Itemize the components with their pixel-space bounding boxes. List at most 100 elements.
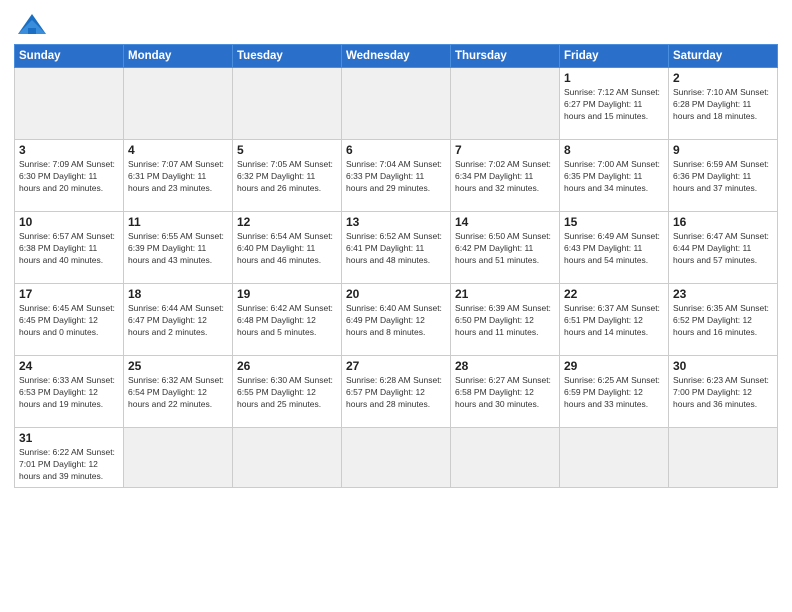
- day-number: 6: [346, 143, 446, 157]
- calendar-cell: 18 Sunrise: 6:44 AM Sunset: 6:47 PM Dayli…: [124, 284, 233, 356]
- day-number: 30: [673, 359, 773, 373]
- day-info: Sunrise: 7:09 AM Sunset: 6:30 PM Dayligh…: [19, 159, 119, 195]
- calendar-page: SundayMondayTuesdayWednesdayThursdayFrid…: [0, 0, 792, 612]
- calendar-cell: 6Sunrise: 7:04 AM Sunset: 6:33 PM Daylig…: [342, 140, 451, 212]
- day-info: Sunrise: 7:12 AM Sunset: 6:27 PM Dayligh…: [564, 87, 664, 123]
- calendar-table: SundayMondayTuesdayWednesdayThursdayFrid…: [14, 44, 778, 488]
- day-info: Sunrise: 6:22 AM Sunset: 7:01 PM Dayligh…: [19, 447, 119, 483]
- weekday-header-row: SundayMondayTuesdayWednesdayThursdayFrid…: [15, 45, 778, 68]
- day-number: 18: [128, 287, 228, 301]
- day-number: 24: [19, 359, 119, 373]
- day-info: Sunrise: 6:42 AM Sunset: 6:48 PM Dayligh…: [237, 303, 337, 339]
- calendar-cell: 27 Sunrise: 6:28 AM Sunset: 6:57 PM Dayli…: [342, 356, 451, 428]
- weekday-header-wednesday: Wednesday: [342, 45, 451, 68]
- day-number: 1: [564, 71, 664, 85]
- calendar-cell: 26 Sunrise: 6:30 AM Sunset: 6:55 PM Dayli…: [233, 356, 342, 428]
- day-number: 14: [455, 215, 555, 229]
- calendar-cell: 28 Sunrise: 6:27 AM Sunset: 6:58 PM Dayli…: [451, 356, 560, 428]
- day-number: 7: [455, 143, 555, 157]
- day-info: Sunrise: 6:25 AM Sunset: 6:59 PM Dayligh…: [564, 375, 664, 411]
- day-number: 2: [673, 71, 773, 85]
- calendar-cell: [451, 68, 560, 140]
- day-number: 22: [564, 287, 664, 301]
- week-row-5: 31 Sunrise: 6:22 AM Sunset: 7:01 PM Dayli…: [15, 428, 778, 488]
- day-info: Sunrise: 6:40 AM Sunset: 6:49 PM Dayligh…: [346, 303, 446, 339]
- calendar-cell: 25 Sunrise: 6:32 AM Sunset: 6:54 PM Dayli…: [124, 356, 233, 428]
- day-info: Sunrise: 7:00 AM Sunset: 6:35 PM Dayligh…: [564, 159, 664, 195]
- weekday-header-sunday: Sunday: [15, 45, 124, 68]
- day-info: Sunrise: 6:55 AM Sunset: 6:39 PM Dayligh…: [128, 231, 228, 267]
- calendar-cell: [342, 428, 451, 488]
- day-number: 12: [237, 215, 337, 229]
- weekday-header-saturday: Saturday: [669, 45, 778, 68]
- day-number: 23: [673, 287, 773, 301]
- calendar-cell: 2 Sunrise: 7:10 AM Sunset: 6:28 PM Daylig…: [669, 68, 778, 140]
- calendar-cell: [15, 68, 124, 140]
- day-info: Sunrise: 6:28 AM Sunset: 6:57 PM Dayligh…: [346, 375, 446, 411]
- day-number: 26: [237, 359, 337, 373]
- logo: [14, 10, 54, 38]
- calendar-cell: 15Sunrise: 6:49 AM Sunset: 6:43 PM Dayli…: [560, 212, 669, 284]
- calendar-cell: 24Sunrise: 6:33 AM Sunset: 6:53 PM Dayli…: [15, 356, 124, 428]
- weekday-header-tuesday: Tuesday: [233, 45, 342, 68]
- day-number: 28: [455, 359, 555, 373]
- day-info: Sunrise: 6:59 AM Sunset: 6:36 PM Dayligh…: [673, 159, 773, 195]
- calendar-cell: 7Sunrise: 7:02 AM Sunset: 6:34 PM Daylig…: [451, 140, 560, 212]
- calendar-cell: 11 Sunrise: 6:55 AM Sunset: 6:39 PM Dayli…: [124, 212, 233, 284]
- day-info: Sunrise: 6:39 AM Sunset: 6:50 PM Dayligh…: [455, 303, 555, 339]
- day-info: Sunrise: 6:32 AM Sunset: 6:54 PM Dayligh…: [128, 375, 228, 411]
- calendar-cell: 19 Sunrise: 6:42 AM Sunset: 6:48 PM Dayli…: [233, 284, 342, 356]
- calendar-cell: 8 Sunrise: 7:00 AM Sunset: 6:35 PM Daylig…: [560, 140, 669, 212]
- day-info: Sunrise: 7:10 AM Sunset: 6:28 PM Dayligh…: [673, 87, 773, 123]
- day-info: Sunrise: 6:44 AM Sunset: 6:47 PM Dayligh…: [128, 303, 228, 339]
- day-number: 8: [564, 143, 664, 157]
- day-number: 31: [19, 431, 119, 445]
- calendar-cell: 31 Sunrise: 6:22 AM Sunset: 7:01 PM Dayli…: [15, 428, 124, 488]
- calendar-cell: 17 Sunrise: 6:45 AM Sunset: 6:45 PM Dayli…: [15, 284, 124, 356]
- day-number: 5: [237, 143, 337, 157]
- calendar-cell: [451, 428, 560, 488]
- calendar-cell: 30Sunrise: 6:23 AM Sunset: 7:00 PM Dayli…: [669, 356, 778, 428]
- calendar-cell: [124, 428, 233, 488]
- calendar-cell: 14Sunrise: 6:50 AM Sunset: 6:42 PM Dayli…: [451, 212, 560, 284]
- day-number: 17: [19, 287, 119, 301]
- week-row-4: 24Sunrise: 6:33 AM Sunset: 6:53 PM Dayli…: [15, 356, 778, 428]
- calendar-cell: [342, 68, 451, 140]
- calendar-cell: 29 Sunrise: 6:25 AM Sunset: 6:59 PM Dayli…: [560, 356, 669, 428]
- calendar-cell: 16Sunrise: 6:47 AM Sunset: 6:44 PM Dayli…: [669, 212, 778, 284]
- calendar-cell: 13 Sunrise: 6:52 AM Sunset: 6:41 PM Dayli…: [342, 212, 451, 284]
- day-number: 13: [346, 215, 446, 229]
- day-info: Sunrise: 6:52 AM Sunset: 6:41 PM Dayligh…: [346, 231, 446, 267]
- day-number: 9: [673, 143, 773, 157]
- calendar-cell: [669, 428, 778, 488]
- calendar-cell: 12Sunrise: 6:54 AM Sunset: 6:40 PM Dayli…: [233, 212, 342, 284]
- calendar-cell: [560, 428, 669, 488]
- day-number: 3: [19, 143, 119, 157]
- week-row-1: 3 Sunrise: 7:09 AM Sunset: 6:30 PM Daylig…: [15, 140, 778, 212]
- day-info: Sunrise: 6:37 AM Sunset: 6:51 PM Dayligh…: [564, 303, 664, 339]
- calendar-cell: [233, 68, 342, 140]
- day-info: Sunrise: 6:27 AM Sunset: 6:58 PM Dayligh…: [455, 375, 555, 411]
- day-number: 20: [346, 287, 446, 301]
- day-info: Sunrise: 6:45 AM Sunset: 6:45 PM Dayligh…: [19, 303, 119, 339]
- calendar-cell: [124, 68, 233, 140]
- day-number: 27: [346, 359, 446, 373]
- calendar-cell: 1 Sunrise: 7:12 AM Sunset: 6:27 PM Daylig…: [560, 68, 669, 140]
- day-number: 19: [237, 287, 337, 301]
- calendar-cell: [233, 428, 342, 488]
- day-number: 11: [128, 215, 228, 229]
- day-number: 25: [128, 359, 228, 373]
- calendar-cell: 23 Sunrise: 6:35 AM Sunset: 6:52 PM Dayli…: [669, 284, 778, 356]
- day-number: 21: [455, 287, 555, 301]
- logo-icon: [14, 10, 50, 38]
- week-row-0: 1 Sunrise: 7:12 AM Sunset: 6:27 PM Daylig…: [15, 68, 778, 140]
- calendar-cell: 4Sunrise: 7:07 AM Sunset: 6:31 PM Daylig…: [124, 140, 233, 212]
- calendar-cell: 3 Sunrise: 7:09 AM Sunset: 6:30 PM Daylig…: [15, 140, 124, 212]
- weekday-header-friday: Friday: [560, 45, 669, 68]
- day-info: Sunrise: 6:30 AM Sunset: 6:55 PM Dayligh…: [237, 375, 337, 411]
- day-number: 29: [564, 359, 664, 373]
- week-row-2: 10Sunrise: 6:57 AM Sunset: 6:38 PM Dayli…: [15, 212, 778, 284]
- day-info: Sunrise: 6:35 AM Sunset: 6:52 PM Dayligh…: [673, 303, 773, 339]
- calendar-cell: 22 Sunrise: 6:37 AM Sunset: 6:51 PM Dayli…: [560, 284, 669, 356]
- day-info: Sunrise: 7:05 AM Sunset: 6:32 PM Dayligh…: [237, 159, 337, 195]
